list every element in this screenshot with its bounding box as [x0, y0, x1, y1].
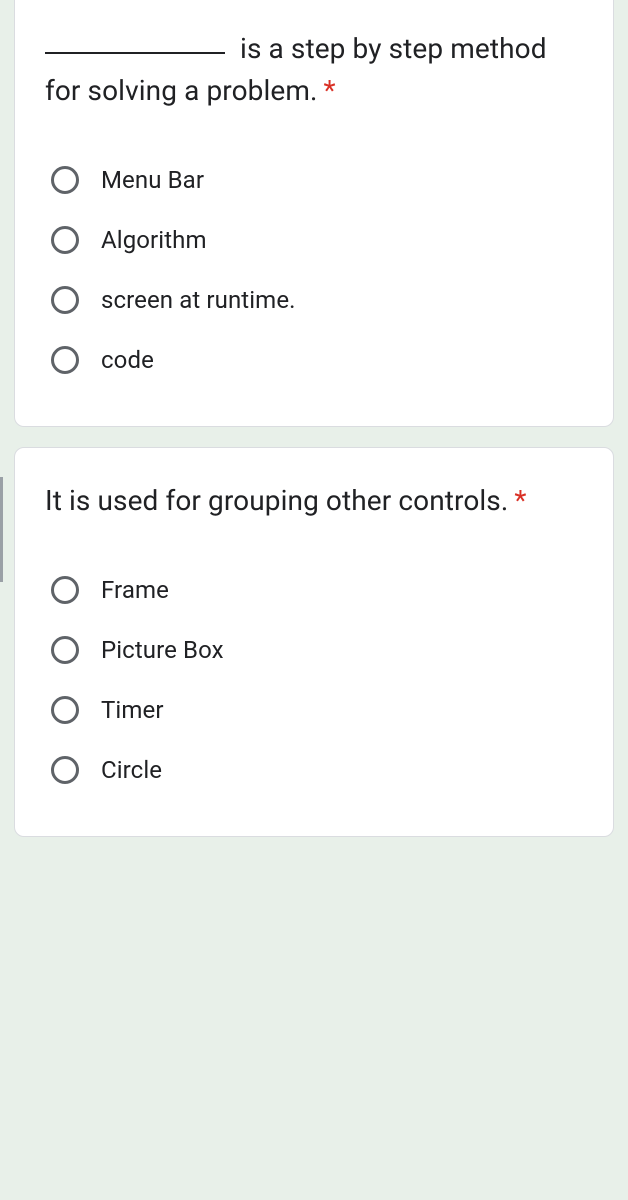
option-row[interactable]: Circle — [45, 740, 583, 800]
blank-line — [45, 52, 225, 54]
radio-icon[interactable] — [51, 696, 79, 724]
radio-icon[interactable] — [51, 166, 79, 194]
question-text-content: is a step by step method for solving a p… — [45, 32, 547, 107]
option-row[interactable]: Menu Bar — [45, 150, 583, 210]
option-row[interactable]: Frame — [45, 560, 583, 620]
option-label: Menu Bar — [101, 166, 204, 194]
radio-icon[interactable] — [51, 576, 79, 604]
option-row[interactable]: screen at runtime. — [45, 270, 583, 330]
option-label: Picture Box — [101, 636, 224, 664]
required-asterisk: * — [514, 484, 526, 517]
option-label: code — [101, 346, 154, 374]
radio-icon[interactable] — [51, 636, 79, 664]
options-group-1: Menu Bar Algorithm screen at runtime. co… — [45, 150, 583, 390]
question-text-1: is a step by step method for solving a p… — [45, 28, 583, 112]
option-row[interactable]: Picture Box — [45, 620, 583, 680]
question-card-2: It is used for grouping other controls.*… — [14, 447, 614, 837]
question-text-content: It is used for grouping other controls. — [45, 484, 508, 517]
option-row[interactable]: Algorithm — [45, 210, 583, 270]
radio-icon[interactable] — [51, 756, 79, 784]
option-label: Frame — [101, 576, 169, 604]
radio-icon[interactable] — [51, 286, 79, 314]
question-text-2: It is used for grouping other controls.* — [45, 480, 583, 522]
radio-icon[interactable] — [51, 226, 79, 254]
option-label: Circle — [101, 756, 162, 784]
option-label: screen at runtime. — [101, 286, 296, 314]
options-group-2: Frame Picture Box Timer Circle — [45, 560, 583, 800]
radio-icon[interactable] — [51, 346, 79, 374]
option-label: Algorithm — [101, 226, 207, 254]
option-row[interactable]: code — [45, 330, 583, 390]
option-label: Timer — [101, 696, 164, 724]
question-card-1: is a step by step method for solving a p… — [14, 0, 614, 427]
required-asterisk: * — [323, 74, 335, 107]
option-row[interactable]: Timer — [45, 680, 583, 740]
